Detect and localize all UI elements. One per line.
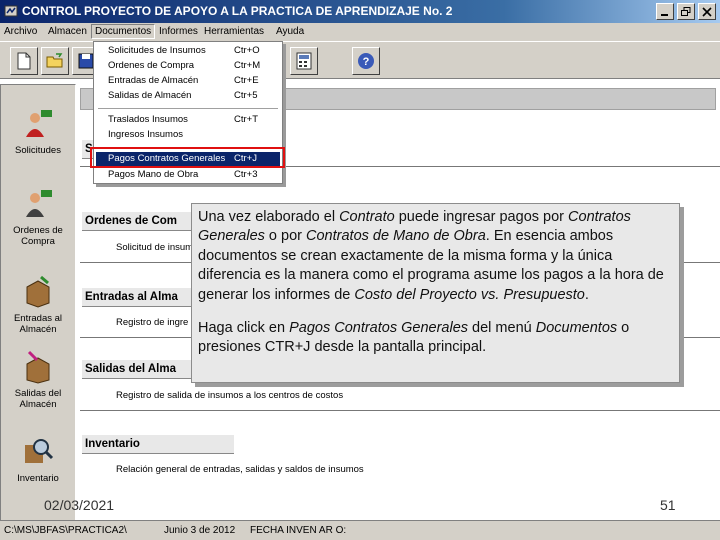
calculator-button[interactable]: [290, 47, 318, 75]
restore-button[interactable]: [677, 3, 695, 20]
section-desc-inventario: Relación general de entradas, salidas y …: [116, 464, 364, 475]
entradas-box-icon: [26, 275, 50, 308]
ordenes-icon: [26, 190, 52, 217]
new-button[interactable]: [10, 47, 38, 75]
menu-item-pagos-mano-obra[interactable]: Pagos Mano de Obra Ctr+3: [108, 169, 278, 180]
sidebar-label: Inventario: [17, 473, 59, 484]
solicitudes-icon: [26, 110, 52, 137]
open-folder-icon: [46, 53, 63, 68]
sidebar-label: Solicitudes: [15, 145, 61, 156]
sidebar-label: Salidas del Almacén: [14, 388, 62, 410]
salidas-box-icon: [26, 350, 50, 384]
section-title-salidas[interactable]: Salidas del Alma: [82, 360, 192, 379]
status-inventory: FECHA INVEN AR O:: [250, 525, 347, 536]
restore-icon: [681, 7, 691, 16]
minimize-button[interactable]: [656, 3, 674, 20]
sidebar-label: Ordenes de Compra: [13, 225, 63, 247]
status-path: C:\MS\JBFAS\PRACTICA2\: [4, 525, 127, 536]
sidebar-label: Entradas al Almacén: [13, 313, 63, 335]
menu-item-traslados[interactable]: Traslados Insumos Ctr+T: [108, 114, 278, 125]
menu-item-entradas[interactable]: Entradas de Almacén Ctr+E: [108, 75, 278, 86]
title-bar: CONTROL PROYECTO DE APOYO A LA PRACTICA …: [0, 0, 720, 23]
section-title-entradas[interactable]: Entradas al Alma: [82, 288, 192, 307]
sidebar-item-inventario[interactable]: Inventario: [3, 435, 73, 484]
close-button[interactable]: [698, 3, 716, 20]
menu-herramientas[interactable]: Herramientas: [204, 26, 264, 37]
sidebar-item-solicitudes[interactable]: Solicitudes: [3, 107, 73, 156]
sidebar-item-ordenes[interactable]: Ordenes de Compra: [3, 187, 73, 247]
app-name: CONTROL: [22, 4, 82, 18]
help-button[interactable]: ?: [352, 47, 380, 75]
svg-text:?: ?: [363, 56, 370, 68]
slide-date: 02/03/2021: [44, 497, 115, 513]
calculator-icon: [296, 52, 312, 70]
menu-informes[interactable]: Informes: [159, 26, 198, 37]
divider: [80, 410, 720, 411]
menu-bar: Archivo Almacen Documentos Informes Herr…: [0, 23, 720, 41]
menu-separator: [98, 108, 278, 109]
section-desc-salidas: Registro de salida de insumos a los cent…: [116, 390, 344, 401]
highlight-frame: [90, 147, 285, 168]
menu-almacen[interactable]: Almacen: [48, 26, 87, 37]
sidebar-item-entradas[interactable]: Entradas al Almacén: [3, 275, 73, 335]
section-desc-entradas: Registro de ingre: [116, 317, 189, 328]
sidebar-item-salidas[interactable]: Salidas del Almacén: [3, 350, 73, 410]
section-title-inventario[interactable]: Inventario: [82, 435, 234, 454]
callout-paragraph-2: Haga click en Pagos Contratos Generales …: [198, 320, 630, 356]
new-document-icon: [17, 52, 31, 70]
section-desc-ordenes: Solicitud de insum: [116, 242, 194, 253]
sidebar: Solicitudes Ordenes de Compra Entradas a…: [0, 84, 76, 524]
status-date: Junio 3 de 2012: [164, 525, 236, 536]
open-button[interactable]: [41, 47, 69, 75]
inventario-magnifier-icon: [25, 439, 54, 463]
menu-item-ordenes[interactable]: Ordenes de Compra Ctr+M: [108, 60, 278, 71]
status-bar: C:\MS\JBFAS\PRACTICA2\ Junio 3 de 2012 F…: [0, 520, 720, 540]
menu-archivo[interactable]: Archivo: [4, 26, 37, 37]
close-icon: [702, 7, 712, 17]
instruction-callout: Una vez elaborado el Contrato puede ingr…: [191, 203, 680, 383]
callout-paragraph-1: Una vez elaborado el Contrato puede ingr…: [198, 209, 664, 303]
minimize-icon: [661, 14, 668, 16]
menu-ayuda[interactable]: Ayuda: [276, 26, 304, 37]
window-title: PROYECTO DE APOYO A LA PRACTICA DE APREN…: [84, 4, 453, 18]
slide-number: 51: [660, 497, 676, 513]
menu-item-ingresos[interactable]: Ingresos Insumos: [108, 129, 278, 140]
menu-item-solicitudes[interactable]: Solicitudes de Insumos Ctr+O: [108, 45, 278, 56]
help-icon: ?: [358, 53, 374, 69]
menu-item-salidas[interactable]: Salidas de Almacén Ctr+5: [108, 90, 278, 101]
section-title-ordenes[interactable]: Ordenes de Com: [82, 212, 192, 231]
app-icon[interactable]: [4, 4, 18, 18]
menu-documentos[interactable]: Documentos: [91, 24, 156, 39]
